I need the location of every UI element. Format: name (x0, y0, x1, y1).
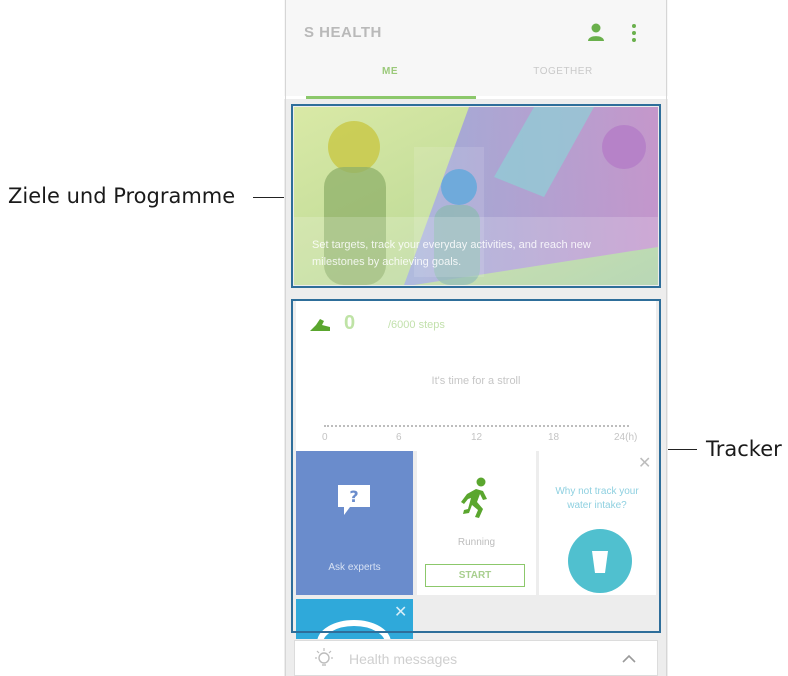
health-messages-bar[interactable]: Health messages (294, 640, 658, 676)
callout-goals-label: Ziele und Programme (8, 184, 236, 208)
tab-together[interactable]: TOGETHER (478, 66, 648, 94)
dashboard-content: Set targets, track your everyday activit… (284, 99, 668, 676)
phone-screen: S HEALTH ME TOGETHER Set targets, track … (284, 0, 668, 676)
health-messages-label: Health messages (349, 651, 458, 667)
chevron-up-icon[interactable] (621, 651, 637, 663)
app-title: S HEALTH (304, 24, 382, 41)
tracker-highlight-frame (291, 299, 661, 633)
callout-tracker-label: Tracker (706, 437, 782, 461)
tab-me[interactable]: ME (304, 66, 476, 94)
person-icon[interactable] (586, 22, 606, 42)
app-bar: S HEALTH ME TOGETHER (284, 0, 668, 96)
more-vert-icon[interactable] (628, 22, 640, 44)
lightbulb-icon (313, 648, 335, 670)
goals-highlight-frame (291, 104, 661, 288)
